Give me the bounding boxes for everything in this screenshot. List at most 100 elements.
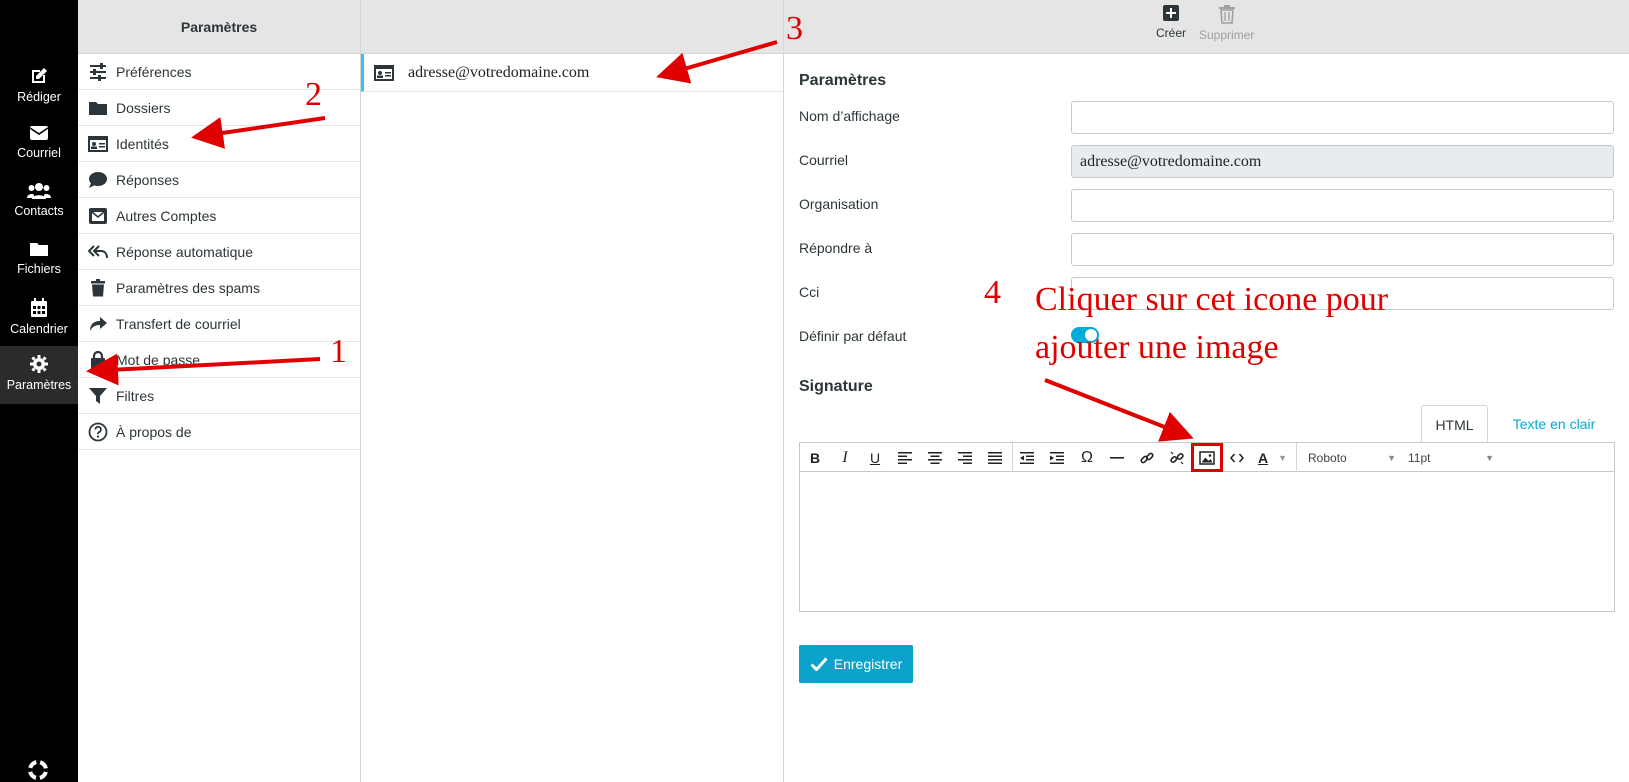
save-button[interactable]: Enregistrer <box>799 645 913 683</box>
nav-label: Fichiers <box>17 262 61 276</box>
settings-item-about[interactable]: À propos de <box>78 414 360 450</box>
settings-item-password[interactable]: Mot de passe <box>78 342 360 378</box>
bcc-label: Cci <box>799 284 820 300</box>
nav-mail[interactable]: Courriel <box>0 116 78 174</box>
bold-icon[interactable]: B <box>802 446 828 469</box>
reply-all-icon <box>88 244 108 258</box>
italic-icon[interactable]: I <box>832 446 858 469</box>
align-justify-icon[interactable] <box>982 446 1008 469</box>
settings-item-other-accounts[interactable]: Autres Comptes <box>78 198 360 234</box>
align-center-icon[interactable] <box>922 446 948 469</box>
identity-item[interactable]: adresse@votredomaine.com <box>361 54 783 92</box>
settings-item-auto-reply[interactable]: Réponse automatique <box>78 234 360 270</box>
contacts-icon <box>27 183 51 199</box>
lock-icon <box>91 350 105 369</box>
save-label: Enregistrer <box>833 656 903 672</box>
identity-email: adresse@votredomaine.com <box>408 63 590 81</box>
settings-item-folders[interactable]: Dossiers <box>78 90 360 126</box>
settings-item-label: Réponses <box>116 171 180 188</box>
nav-settings[interactable]: Paramètres <box>0 346 78 404</box>
reply-to-label: Répondre à <box>799 240 873 256</box>
settings-item-label: Autres Comptes <box>116 207 217 224</box>
signature-editor: B I U Ω A ▼ Roboto ▼ 11pt ▼ <box>799 442 1615 612</box>
tab-plain-text[interactable]: Texte en clair <box>1494 405 1614 443</box>
display-name-label: Nom d’affichage <box>799 108 900 124</box>
default-label: Définir par défaut <box>799 328 907 344</box>
folder-icon <box>30 243 48 256</box>
toolbar-divider <box>1012 443 1013 472</box>
text-color-icon[interactable]: A ▼ <box>1254 446 1294 469</box>
nav-files[interactable]: Fichiers <box>0 232 78 290</box>
special-char-icon[interactable]: Ω <box>1074 446 1100 469</box>
settings-header: Paramètres <box>78 0 360 54</box>
question-icon <box>88 422 108 441</box>
font-family-value: Roboto <box>1308 450 1347 465</box>
id-card-icon <box>374 64 394 81</box>
settings-item-label: Dossiers <box>116 99 171 116</box>
underline-icon[interactable]: U <box>862 446 888 469</box>
editor-body[interactable] <box>800 472 1614 611</box>
settings-item-label: À propos de <box>116 423 192 440</box>
editor-toolbar: B I U Ω A ▼ Roboto ▼ 11pt ▼ <box>800 443 1614 472</box>
content-toolbar: Créer Supprimer <box>784 0 1629 54</box>
font-size-select[interactable]: 11pt ▼ <box>1408 446 1494 469</box>
toolbar-divider <box>1296 443 1297 472</box>
settings-item-filters[interactable]: Filtres <box>78 378 360 414</box>
id-card-icon <box>88 135 108 152</box>
source-code-icon[interactable] <box>1224 446 1250 469</box>
tab-html[interactable]: HTML <box>1421 405 1488 443</box>
compose-icon <box>32 68 47 83</box>
nav-compose[interactable]: Rédiger <box>0 58 78 116</box>
settings-panel: Paramètres Préférences Dossiers Identité… <box>78 0 361 782</box>
nav-label: Courriel <box>17 146 61 160</box>
create-label: Créer <box>1156 26 1187 40</box>
align-right-icon[interactable] <box>952 446 978 469</box>
gear-icon <box>30 355 48 373</box>
settings-item-spam[interactable]: Paramètres des spams <box>78 270 360 306</box>
insert-image-icon[interactable] <box>1191 443 1223 472</box>
filter-icon <box>89 387 107 404</box>
reply-to-field[interactable] <box>1071 233 1614 266</box>
main-nav: Rédiger Courriel Contacts Fichiers Calen… <box>0 0 78 782</box>
settings-item-label: Identités <box>116 135 169 152</box>
horizontal-rule-icon[interactable] <box>1104 446 1130 469</box>
nav-calendar[interactable]: Calendrier <box>0 290 78 348</box>
caret-down-icon: ▼ <box>1485 452 1494 463</box>
identity-editor: Créer Supprimer Paramètres Nom d’afficha… <box>784 0 1629 782</box>
nav-label: Calendrier <box>10 322 68 336</box>
bcc-field[interactable] <box>1071 277 1614 310</box>
settings-item-label: Paramètres des spams <box>116 279 260 296</box>
font-size-value: 11pt <box>1408 450 1431 465</box>
organisation-field[interactable] <box>1071 189 1614 222</box>
settings-item-preferences[interactable]: Préférences <box>78 54 360 90</box>
indent-icon[interactable] <box>1044 446 1070 469</box>
create-button[interactable]: Créer <box>1156 4 1186 40</box>
signature-title: Signature <box>799 378 873 395</box>
plus-square-icon <box>1163 5 1179 21</box>
settings-item-responses[interactable]: Réponses <box>78 162 360 198</box>
email-field[interactable]: adresse@votredomaine.com <box>1071 145 1614 178</box>
default-toggle[interactable] <box>1071 327 1099 343</box>
display-name-field[interactable] <box>1071 101 1614 134</box>
caret-down-icon: ▼ <box>1387 452 1396 463</box>
align-left-icon[interactable] <box>892 446 918 469</box>
nav-label: Paramètres <box>6 378 72 392</box>
settings-item-label: Mot de passe <box>116 351 201 368</box>
outdent-icon[interactable] <box>1014 446 1040 469</box>
delete-label: Supprimer <box>1199 28 1255 42</box>
settings-section-title: Paramètres <box>799 72 887 89</box>
trash-icon <box>91 278 105 296</box>
delete-button[interactable]: Supprimer <box>1199 4 1254 42</box>
settings-item-forwarding[interactable]: Transfert de courriel <box>78 306 360 342</box>
mail-icon <box>29 126 49 140</box>
settings-item-identities[interactable]: Identités <box>78 126 360 162</box>
nav-contacts[interactable]: Contacts <box>0 174 78 232</box>
unlink-icon[interactable] <box>1164 446 1190 469</box>
font-family-select[interactable]: Roboto ▼ <box>1308 446 1396 469</box>
lifebuoy-icon[interactable] <box>28 760 48 780</box>
settings-item-label: Transfert de courriel <box>116 315 241 332</box>
checkmark-icon <box>810 657 828 671</box>
sliders-icon <box>90 62 106 81</box>
link-icon[interactable] <box>1134 446 1160 469</box>
settings-item-label: Préférences <box>116 63 192 80</box>
